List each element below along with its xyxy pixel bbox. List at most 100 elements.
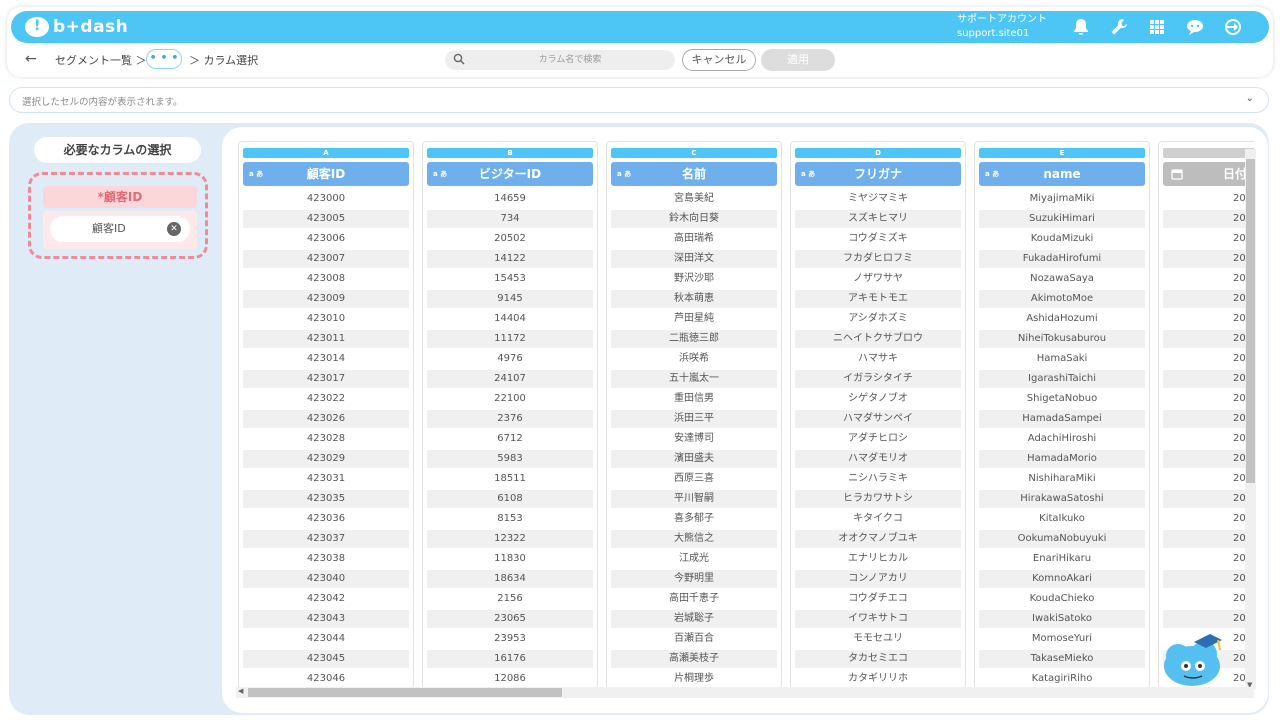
table-cell[interactable]: コンノアカリ <box>795 570 961 588</box>
table-cell[interactable]: 高田瑞希 <box>611 230 777 248</box>
table-cell[interactable]: 11830 <box>427 550 593 568</box>
table-cell[interactable]: AdachiHiroshi <box>979 430 1145 448</box>
table-cell[interactable]: 15453 <box>427 270 593 288</box>
column-3[interactable]: Da あ フリガナ ミヤジマミキ スズキヒマリ コウダミズキ フカダヒロフミ ノザワサヤ アキ… <box>790 141 966 689</box>
column-header[interactable]: a あ ビジターID <box>427 162 593 186</box>
table-cell[interactable]: キタイクコ <box>795 510 961 528</box>
table-cell[interactable]: 五十嵐太一 <box>611 370 777 388</box>
table-cell[interactable]: ミヤジマミキ <box>795 190 961 208</box>
table-cell[interactable]: 423000 <box>243 190 409 208</box>
table-cell[interactable]: 14122 <box>427 250 593 268</box>
chat-icon[interactable] <box>1183 15 1207 39</box>
table-cell[interactable]: 高田千恵子 <box>611 590 777 608</box>
table-cell[interactable]: 深田洋文 <box>611 250 777 268</box>
column-4[interactable]: Ea あ name MiyajimaMiki SuzukiHimari KoudaMiz… <box>974 141 1150 689</box>
column-header[interactable]: a あ 名前 <box>611 162 777 186</box>
table-cell[interactable]: 423007 <box>243 250 409 268</box>
required-drop-zone[interactable]: *顧客ID 顧客ID ✕ <box>28 172 208 259</box>
table-cell[interactable]: 202 <box>1163 310 1254 328</box>
table-cell[interactable]: 宮島美紀 <box>611 190 777 208</box>
table-cell[interactable]: 202 <box>1163 230 1254 248</box>
table-cell[interactable]: 202 <box>1163 610 1254 628</box>
table-cell[interactable]: 734 <box>427 210 593 228</box>
table-cell[interactable]: 423005 <box>243 210 409 228</box>
table-cell[interactable]: ハマダサンペイ <box>795 410 961 428</box>
table-cell[interactable]: コウダチエコ <box>795 590 961 608</box>
wrench-icon[interactable] <box>1107 15 1131 39</box>
table-cell[interactable]: 12322 <box>427 530 593 548</box>
table-cell[interactable]: 202 <box>1163 490 1254 508</box>
table-cell[interactable]: 423008 <box>243 270 409 288</box>
table-cell[interactable]: 岩城聡子 <box>611 610 777 628</box>
table-cell[interactable]: 202 <box>1163 410 1254 428</box>
table-cell[interactable]: KoudaMizuki <box>979 230 1145 248</box>
table-cell[interactable]: 23953 <box>427 630 593 648</box>
table-cell[interactable]: 18511 <box>427 470 593 488</box>
grid-icon[interactable] <box>1145 15 1169 39</box>
table-cell[interactable]: 12086 <box>427 670 593 688</box>
table-cell[interactable]: IwakiSatoko <box>979 610 1145 628</box>
brand-logo[interactable]: b+dash <box>25 16 128 38</box>
table-cell[interactable]: 202 <box>1163 530 1254 548</box>
table-cell[interactable]: 423026 <box>243 410 409 428</box>
table-cell[interactable]: 423014 <box>243 350 409 368</box>
table-cell[interactable]: 浜咲希 <box>611 350 777 368</box>
table-cell[interactable]: 202 <box>1163 450 1254 468</box>
table-cell[interactable]: タカセミエコ <box>795 650 961 668</box>
table-cell[interactable]: 22100 <box>427 390 593 408</box>
table-cell[interactable]: 202 <box>1163 190 1254 208</box>
table-cell[interactable]: 江成光 <box>611 550 777 568</box>
table-cell[interactable]: 芦田星純 <box>611 310 777 328</box>
column-5[interactable]: 日付 202 202 202 202 202 202 202 202 202 202 202 202 20… <box>1158 141 1254 689</box>
table-cell[interactable]: 202 <box>1163 390 1254 408</box>
table-cell[interactable]: シゲタノブオ <box>795 390 961 408</box>
table-cell[interactable]: 423035 <box>243 490 409 508</box>
table-cell[interactable]: HamadaSampei <box>979 410 1145 428</box>
table-cell[interactable]: 23065 <box>427 610 593 628</box>
table-cell[interactable]: エナリヒカル <box>795 550 961 568</box>
search-input[interactable] <box>475 52 665 68</box>
table-cell[interactable]: 423040 <box>243 570 409 588</box>
table-cell[interactable]: 202 <box>1163 350 1254 368</box>
table-cell[interactable]: アシダホズミ <box>795 310 961 328</box>
cancel-button[interactable]: キャンセル <box>682 49 756 71</box>
table-cell[interactable]: 喜多郁子 <box>611 510 777 528</box>
vertical-scrollbar[interactable]: ▼ <box>1245 149 1256 689</box>
column-1[interactable]: Ba あ ビジターID 14659 734 20502 14122 15453 9145 144… <box>422 141 598 689</box>
table-cell[interactable]: AkimotoMoe <box>979 290 1145 308</box>
table-cell[interactable]: ヒラカワサトシ <box>795 490 961 508</box>
table-cell[interactable]: オオクマノブユキ <box>795 530 961 548</box>
table-cell[interactable]: 423031 <box>243 470 409 488</box>
table-cell[interactable]: 423017 <box>243 370 409 388</box>
table-cell[interactable]: 安達博司 <box>611 430 777 448</box>
table-cell[interactable]: KatagiriRiho <box>979 670 1145 688</box>
table-cell[interactable]: 423046 <box>243 670 409 688</box>
table-cell[interactable]: ニシハラミキ <box>795 470 961 488</box>
table-cell[interactable]: 8153 <box>427 510 593 528</box>
chevron-down-icon[interactable]: ⌄ <box>1246 93 1254 104</box>
table-cell[interactable]: HirakawaSatoshi <box>979 490 1145 508</box>
table-cell[interactable]: 2156 <box>427 590 593 608</box>
table-cell[interactable]: 423022 <box>243 390 409 408</box>
table-cell[interactable]: MomoseYuri <box>979 630 1145 648</box>
column-header[interactable]: a あ name <box>979 162 1145 186</box>
table-cell[interactable]: 6712 <box>427 430 593 448</box>
table-cell[interactable]: 202 <box>1163 250 1254 268</box>
table-cell[interactable]: 202 <box>1163 370 1254 388</box>
scroll-left-arrow[interactable]: ◀ <box>238 687 243 695</box>
table-cell[interactable]: アキモトモエ <box>795 290 961 308</box>
table-cell[interactable]: 片桐理歩 <box>611 670 777 688</box>
table-cell[interactable]: 5983 <box>427 450 593 468</box>
table-cell[interactable]: 2376 <box>427 410 593 428</box>
table-cell[interactable]: 202 <box>1163 290 1254 308</box>
table-cell[interactable]: 423045 <box>243 650 409 668</box>
column-0[interactable]: Aa あ 顧客ID 423000 423005 423006 423007 423008 42… <box>238 141 414 689</box>
table-cell[interactable]: NiheiTokusaburou <box>979 330 1145 348</box>
table-cell[interactable]: 423037 <box>243 530 409 548</box>
table-cell[interactable]: 202 <box>1163 570 1254 588</box>
table-cell[interactable]: 百瀬百合 <box>611 630 777 648</box>
table-cell[interactable]: AshidaHozumi <box>979 310 1145 328</box>
table-cell[interactable]: 423029 <box>243 450 409 468</box>
table-cell[interactable]: NozawaSaya <box>979 270 1145 288</box>
table-cell[interactable]: 20502 <box>427 230 593 248</box>
